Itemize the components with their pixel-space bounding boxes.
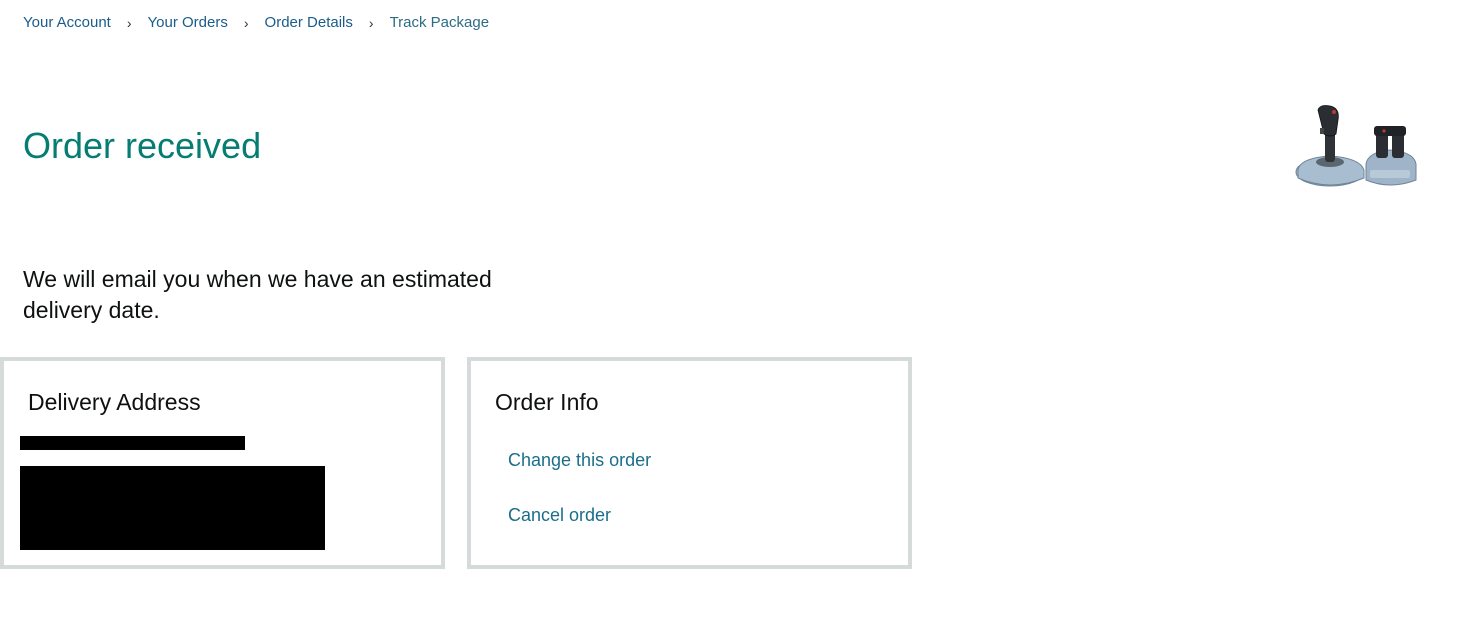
delivery-estimate-message: We will email you when we have an estima… [23, 266, 492, 323]
order-info-card: Order Info Change this order Cancel orde… [467, 357, 912, 569]
breadcrumb-separator: › [368, 15, 374, 31]
delivery-address-card: Delivery Address [0, 357, 445, 569]
breadcrumb-your-account[interactable]: Your Account [23, 13, 111, 33]
breadcrumb: Your Account › Your Orders › Order Detai… [23, 13, 489, 33]
redacted-address-line [20, 436, 245, 450]
flight-joystick-throttle-image-icon [1295, 105, 1417, 187]
breadcrumb-your-orders[interactable]: Your Orders [148, 13, 228, 33]
redacted-address-block [20, 466, 325, 550]
breadcrumb-separator: › [243, 15, 249, 31]
breadcrumb-track-package[interactable]: Track Package [390, 13, 490, 33]
breadcrumb-separator: › [126, 15, 132, 31]
delivery-address-heading: Delivery Address [28, 389, 201, 415]
cancel-order-link[interactable]: Cancel order [508, 503, 611, 527]
breadcrumb-order-details[interactable]: Order Details [265, 13, 353, 33]
order-info-heading: Order Info [495, 389, 599, 415]
change-order-link[interactable]: Change this order [508, 448, 651, 472]
track-package-page: Your Account › Your Orders › Order Detai… [0, 0, 1480, 640]
page-title: Order received [23, 125, 262, 166]
product-image [1290, 100, 1420, 192]
